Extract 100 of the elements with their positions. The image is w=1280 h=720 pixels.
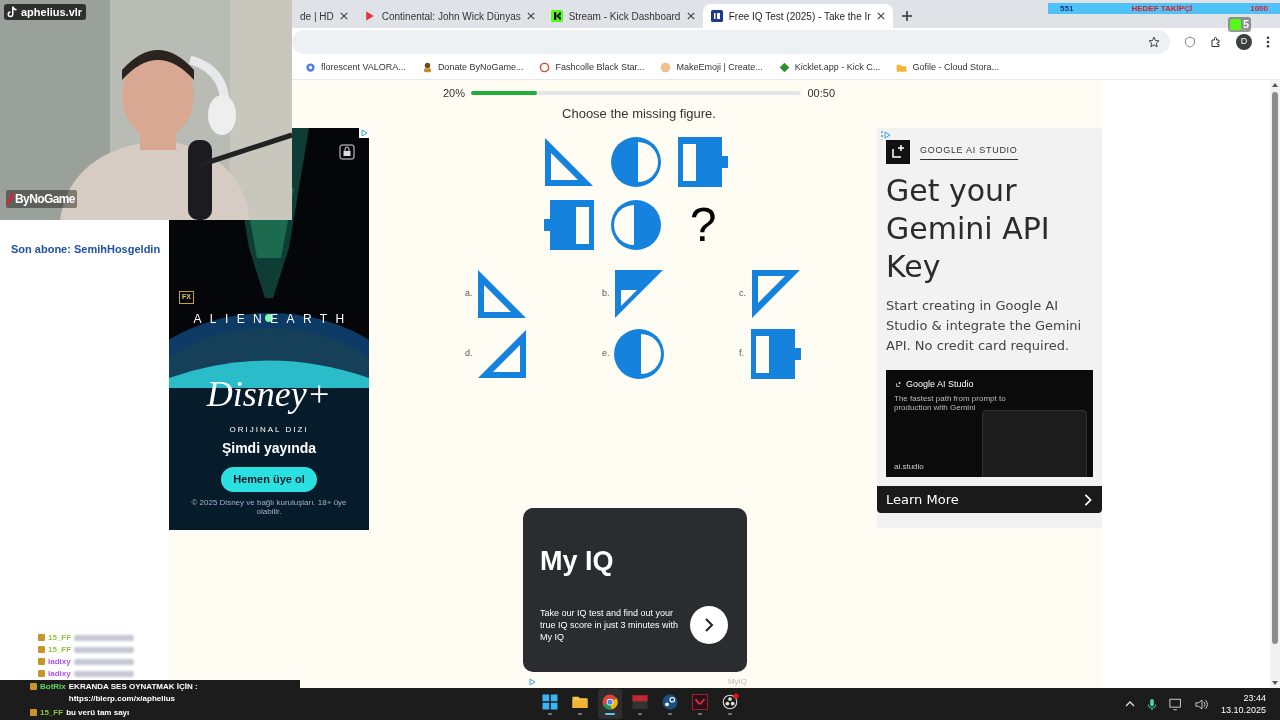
site-icon [550,10,563,22]
card-text: Take our IQ test and find out your true IQ score in just 3 minutes with My IQ [540,606,680,643]
browser-tab[interactable]: de | HD [292,4,356,28]
star-icon[interactable] [1148,36,1160,48]
new-tab-icon[interactable] [900,10,913,22]
ad-disclaimer: © 2025 Disney ve bağlı kuruluşları. 18+ üye olabilir. [190,497,348,516]
bookmark-icon [660,62,672,73]
question-text: Choose the missing figure. [561,104,717,123]
chevron-right-icon [702,617,716,632]
promo-card[interactable]: My IQ Take our IQ test and find out your true IQ score in just 3 minutes with My IQ [523,508,747,672]
option-label: f. [739,347,745,361]
option-label: e. [602,347,610,361]
bookmark[interactable]: Kicklet.app - Kick C... [778,60,881,75]
image-title: Google AI Studio [906,378,974,391]
windows-icon[interactable] [541,693,559,711]
option-label: a. [465,287,473,301]
site-icon [710,10,723,22]
close-icon[interactable] [876,12,885,20]
goal-label: HEDEF TAKİPÇİ [1131,2,1193,15]
chat-username: BotRix [40,681,66,693]
microphone-icon[interactable] [1146,697,1157,711]
half-circle-icon [610,199,662,251]
menu-icon[interactable] [1266,36,1270,48]
bookmark[interactable]: MakeEmoji | Create... [660,60,763,75]
goal-current: 551 [1060,2,1074,15]
scrollbar[interactable] [1270,80,1280,688]
viewer-icon [1230,19,1241,30]
lock-icon[interactable] [339,144,355,160]
ad-headline: Get your Gemini API Key [885,172,1051,286]
card-title: My IQ [540,545,615,578]
profile-avatar[interactable]: D [1236,34,1252,50]
volume-icon[interactable] [1194,697,1209,711]
ad-text: Start creating in Google AI Studio & integrate the Gemini API. No credit card required. [885,297,1083,355]
browser-tab[interactable]: Stream - Kick Dashboard [542,4,703,28]
chat-username: 15_FF [48,632,72,644]
chevron-right-icon [1083,493,1093,506]
bookmark-icon [896,62,908,73]
ad-headline: Şimdi yayında [221,439,317,458]
network-icon[interactable] [1168,697,1183,711]
chat-message: bu verü tam sayı [66,707,130,719]
half-circle-icon[interactable] [613,328,665,380]
site-icon [363,10,376,22]
extensions-icon[interactable] [1210,36,1222,48]
option-label: d. [465,347,473,361]
ad-choices-icon[interactable] [359,128,369,138]
ad-brand: MyIQ [727,676,748,688]
game-launcher-icon[interactable] [661,693,679,711]
browser-tab[interactable]: Continental: John Wick Dünyas [355,4,543,28]
last-subscriber: Son abone: SemihHosgeldin [11,242,162,257]
bookmark[interactable]: Fashcolle Black Star... [539,60,645,75]
clock[interactable]: 23:44 13.10.2025 [1220,692,1266,716]
browser-icon[interactable] [601,693,619,711]
bookmark-icon [421,62,433,73]
game-icon[interactable] [691,693,709,711]
badge-icon [30,709,37,716]
bookmark[interactable]: Donate ByNoGame... [421,60,524,75]
triangle-icon[interactable] [750,268,802,320]
close-icon[interactable] [526,12,535,20]
advertisement[interactable] [877,128,1102,528]
bookmark[interactable]: Gofile - Cloud Stora... [896,60,999,75]
battery-icon [543,199,595,251]
shield-icon[interactable] [1184,36,1196,48]
logo-icon [886,140,910,164]
bookmark[interactable]: florescent VALORA... [305,60,406,75]
triangle-icon [543,136,595,188]
question-mark: ? [688,199,718,251]
bookmark-icon [539,62,551,73]
chat-username: 15_FF [48,644,72,656]
battery-icon [677,136,729,188]
show-title: ALIENEARTH [192,311,353,328]
progress-percent: 20% [443,86,466,101]
chevron-up-icon[interactable] [1124,700,1135,708]
image-domain: ai.studio [894,461,924,473]
next-button[interactable] [690,605,728,644]
triangle-icon[interactable] [613,268,665,320]
chat-link[interactable]: https://blerp.com/x/aphelius [68,693,198,705]
chat-username: ladixy [48,668,71,680]
advertiser-name: GOOGLE AI STUDIO [920,143,1018,161]
ad-tagline: ORIJINAL DIZI [229,424,309,436]
recorder-icon[interactable] [721,693,739,711]
battery-icon[interactable] [750,328,802,380]
cta-button[interactable]: Hemen üye ol [221,467,317,492]
triangle-icon[interactable] [476,328,528,380]
half-circle-icon [610,136,662,188]
learn-more-button[interactable]: Learn More [877,486,1102,513]
close-icon[interactable] [339,12,348,20]
timer: 00:50 [807,86,835,101]
image-subtitle: The fastest path from prompt to production with Gemini [894,393,1007,412]
option-label: c. [739,287,747,301]
mixer-icon[interactable] [631,693,649,711]
browser-tab[interactable]: Free IQ Test (2025) - Take the Ir [702,4,893,28]
close-icon[interactable] [686,12,695,20]
triangle-icon[interactable] [476,268,528,320]
bookmark-icon [305,62,316,73]
logo-icon [894,380,903,390]
chat-username: ladixy [48,656,71,668]
goal-target: 1000 [1250,2,1268,15]
chat-username: 15_FF [40,707,64,719]
ad-choices-icon[interactable] [527,677,537,687]
option-label: b. [602,287,610,301]
